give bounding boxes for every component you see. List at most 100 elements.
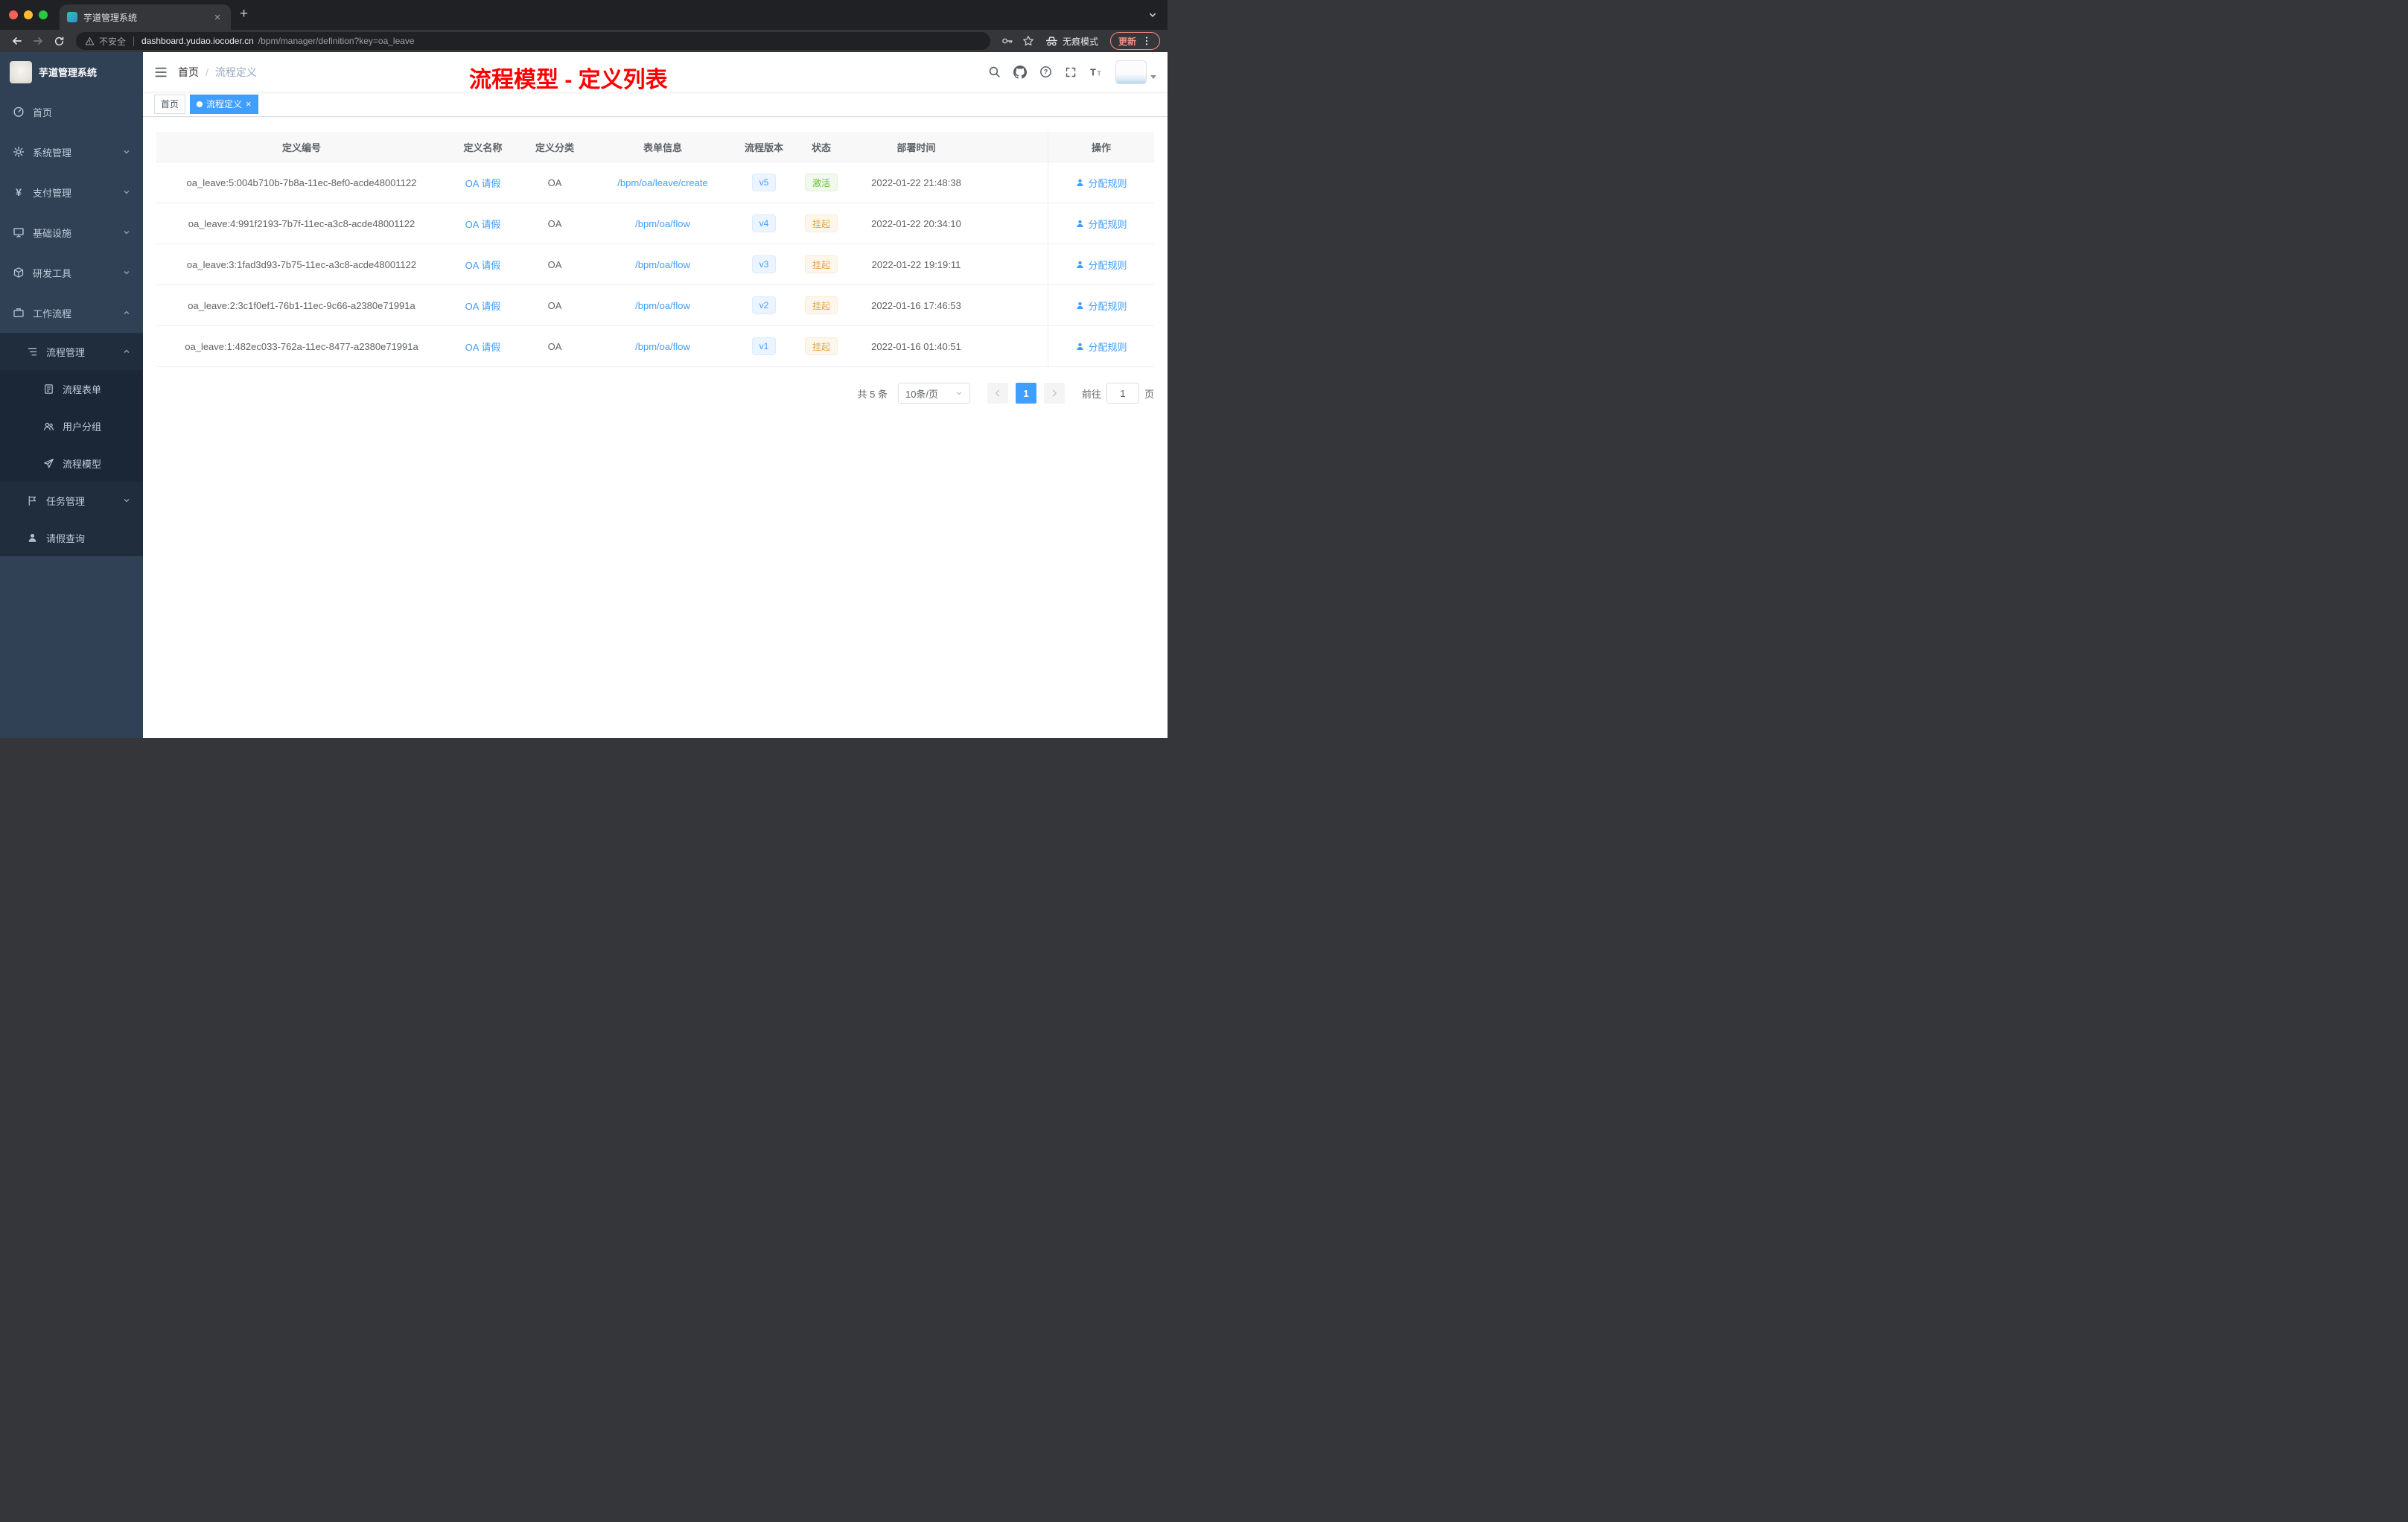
cell-definition-id: oa_leave:1:482ec033-762a-11ec-8477-a2380… [185,340,418,352]
next-page-button[interactable] [1043,383,1065,404]
tags-view: 首页 流程定义 × [143,92,1168,117]
github-icon[interactable] [1013,65,1027,79]
search-icon[interactable] [988,66,1001,78]
definition-name-link[interactable]: OA 请假 [465,340,501,354]
caret-down-icon[interactable] [1150,74,1156,79]
table-row: oa_leave:3:1fad3d93-7b75-11ec-a3c8-acde4… [156,244,1154,285]
sidebar-item-workflow[interactable]: 工作流程 [0,293,143,333]
list-tree-icon [27,346,38,357]
table-row: oa_leave:2:3c1f0ef1-76b1-11ec-9c66-a2380… [156,285,1154,326]
question-icon[interactable]: ? [1039,66,1052,78]
tag-label: 流程定义 [206,99,243,109]
close-window-button[interactable] [9,10,18,19]
assign-rule-button[interactable]: 分配规则 [1075,299,1127,313]
form-link[interactable]: /bpm/oa/flow [635,218,690,229]
sidebar-item-leave-query[interactable]: 请假查询 [0,519,143,556]
cell-deploy-time: 2022-01-16 01:40:51 [871,340,961,352]
form-link[interactable]: /bpm/oa/leave/create [617,177,707,188]
sidebar: 芋道管理系统 首页 系统管理 ¥ 支付管理 基础设施 研发工具 工作流程 流程管… [0,52,143,738]
minimize-window-button[interactable] [24,10,33,19]
sidebar-item-payment[interactable]: ¥ 支付管理 [0,172,143,212]
assign-rule-button[interactable]: 分配规则 [1075,176,1127,190]
main-area: 首页 / 流程定义 ? TT 首页 流程定义 × 定义编号 定义名称 定义分类 … [143,52,1168,738]
browser-tab[interactable]: 芋道管理系统 × [60,4,231,30]
cell-definition-name: OA 请假 [447,326,519,366]
sidebar-item-infra[interactable]: 基础设施 [0,212,143,252]
cell-version: v1 [735,326,793,366]
avatar[interactable] [1115,60,1147,84]
assign-rule-button[interactable]: 分配规则 [1075,217,1127,231]
menu-dots-icon[interactable] [1141,36,1152,46]
tag-current[interactable]: 流程定义 × [190,94,258,114]
paper-plane-icon [43,458,54,469]
sidebar-item-label: 流程管理 [46,346,86,358]
tab-close-icon[interactable]: × [211,11,223,24]
form-icon [43,383,54,395]
sidebar-item-home[interactable]: 首页 [0,92,143,132]
sidebar-item-user-group[interactable]: 用户分组 [0,407,143,445]
header-category: 定义分类 [535,141,574,153]
definition-name-link[interactable]: OA 请假 [465,176,501,190]
form-link[interactable]: /bpm/oa/flow [635,341,690,352]
goto-page-input[interactable] [1106,383,1139,404]
cell-spacer [983,244,1048,284]
browser-update-button[interactable]: 更新 [1109,32,1160,50]
active-dot [197,101,203,107]
hamburger-icon[interactable] [154,66,168,79]
cell-actions: 分配规则 [1048,162,1154,203]
sidebar-item-process-model[interactable]: 流程模型 [0,445,143,482]
incognito-icon [1045,35,1058,48]
sidebar-item-devtools[interactable]: 研发工具 [0,252,143,293]
prev-page-button[interactable] [987,383,1008,404]
assign-rule-button[interactable]: 分配规则 [1075,258,1127,272]
incognito-indicator: 无痕模式 [1039,35,1104,48]
reload-icon[interactable] [49,31,69,51]
new-tab-button[interactable]: + [231,6,257,22]
version-tag: v5 [751,173,777,191]
briefcase-icon [13,307,25,319]
user-icon [1077,179,1084,186]
sidebar-item-process-mgmt[interactable]: 流程管理 [0,333,143,370]
status-tag: 挂起 [804,296,838,314]
breadcrumb-home[interactable]: 首页 [178,65,199,80]
cell-version: v2 [735,285,793,325]
cell-status: 挂起 [793,326,850,366]
fullscreen-icon[interactable] [1065,66,1077,78]
cell-version: v3 [735,244,793,284]
definition-name-link[interactable]: OA 请假 [465,258,501,272]
address-bar[interactable]: 不安全 dashboard.yudao.iocoder.cn /bpm/mana… [76,32,990,50]
sidebar-item-task-mgmt[interactable]: 任务管理 [0,482,143,519]
sidebar-item-process-form[interactable]: 流程表单 [0,370,143,407]
status-tag: 挂起 [804,337,838,355]
star-icon[interactable] [1019,31,1038,51]
svg-text:T: T [1090,66,1096,77]
cell-version: v5 [735,162,793,203]
security-label[interactable]: 不安全 [99,35,126,48]
chevron-up-icon [123,309,130,316]
page-size-select[interactable]: 10条/页 [897,383,970,404]
back-icon[interactable] [7,31,27,51]
header-actions: 操作 [1048,132,1154,162]
cell-definition-name: OA 请假 [447,285,519,325]
url-path: /bpm/manager/definition?key=oa_leave [258,36,415,46]
font-size-icon[interactable]: TT [1089,66,1103,78]
form-link[interactable]: /bpm/oa/flow [635,259,690,270]
tag-home[interactable]: 首页 [154,94,186,114]
forward-icon[interactable] [28,31,48,51]
definition-name-link[interactable]: OA 请假 [465,299,501,313]
zoom-window-button[interactable] [39,10,48,19]
definition-name-link[interactable]: OA 请假 [465,217,501,231]
key-icon[interactable] [998,31,1017,51]
form-link[interactable]: /bpm/oa/flow [635,300,690,311]
tab-search-chevron-icon[interactable] [1148,10,1168,19]
cell-definition-name: OA 请假 [447,162,519,203]
cell-version: v4 [735,203,793,243]
sidebar-item-label: 请假查询 [46,532,86,544]
flag-icon [27,495,38,506]
page-number-button[interactable]: 1 [1015,383,1036,404]
sidebar-item-system[interactable]: 系统管理 [0,132,143,172]
assign-rule-button[interactable]: 分配规则 [1075,340,1127,354]
tag-close-icon[interactable]: × [246,99,252,109]
user-avatar-wrap [1115,60,1156,84]
sidebar-logo[interactable]: 芋道管理系统 [0,52,143,92]
